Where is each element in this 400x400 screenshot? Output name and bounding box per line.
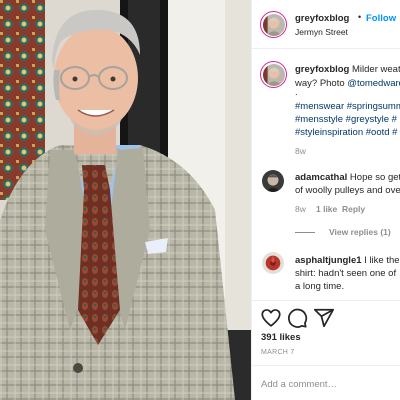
post-header: greyfoxblog • Follow Jermyn Street [252,0,400,49]
commenter-avatar[interactable] [262,252,284,274]
comment-line-3: a long time. [295,281,345,292]
post-date[interactable]: MARCH 7 [261,349,295,356]
post-actions: 391 likes MARCH 7 [252,300,400,400]
caption-line-1: greyfoxblog Milder weat [295,63,400,76]
comment-line-2: shirt: hadn't seen one of [295,268,397,279]
caption-hashtags-2[interactable]: #mensstyle #greystyle # [295,113,397,126]
comment-timestamp[interactable]: 8w [295,204,306,214]
commenter-username-link[interactable]: adamcathal [295,172,347,183]
caption-line-3: . [295,87,298,98]
replies-rule [295,232,315,234]
caption-hashtags-1[interactable]: #menswear #springsumm [295,100,400,113]
caption-hashtags-3[interactable]: #styleinspiration #ootd # [295,126,397,139]
caption-text-1: Milder weat [352,64,400,75]
caption-username-link[interactable]: greyfoxblog [295,64,349,75]
comment-line-1: adamcathal Hope so get [295,171,400,184]
add-comment-input[interactable] [261,376,396,392]
comment-text-1: Hope so get [349,172,400,183]
photographer-mention-link[interactable]: @tomedward [347,78,400,89]
location-link[interactable]: Jermyn Street [295,27,348,37]
caption-text-2: way? Photo [295,78,348,89]
likes-count-link[interactable]: 391 likes [261,332,301,343]
reply-button[interactable]: Reply [342,204,365,214]
comment-line-2: of woolly pulleys and ove [295,185,400,196]
caption-author-avatar[interactable] [260,61,287,88]
post-sidebar: greyfoxblog • Follow Jermyn Street greyf… [251,0,400,400]
caption-line-2: way? Photo @tomedward [295,77,400,90]
post-photo[interactable] [0,0,251,400]
comments-list[interactable]: greyfoxblog Milder weat way? Photo @tome… [252,50,400,300]
heart-icon[interactable] [260,307,282,329]
comment-line-1: asphaltjungle1 I like the [295,254,400,267]
separator-dot: • [358,12,362,22]
share-icon[interactable] [313,307,335,329]
author-username-link[interactable]: greyfoxblog [295,13,349,24]
view-replies-button[interactable]: View replies (1) [295,227,391,237]
comment-likes-count[interactable]: 1 like [316,204,337,214]
author-avatar[interactable] [260,11,287,38]
commenter-avatar[interactable] [262,170,284,192]
caption-timestamp[interactable]: 8w [295,146,306,156]
comment-icon[interactable] [286,307,308,329]
commenter-username-link[interactable]: asphaltjungle1 [295,255,362,266]
add-comment-bar [252,365,400,400]
view-replies-label: View replies (1) [329,227,391,237]
comment-text-1: I like the [364,255,400,266]
follow-button[interactable]: Follow [366,13,396,24]
post-photo-image [0,0,251,400]
